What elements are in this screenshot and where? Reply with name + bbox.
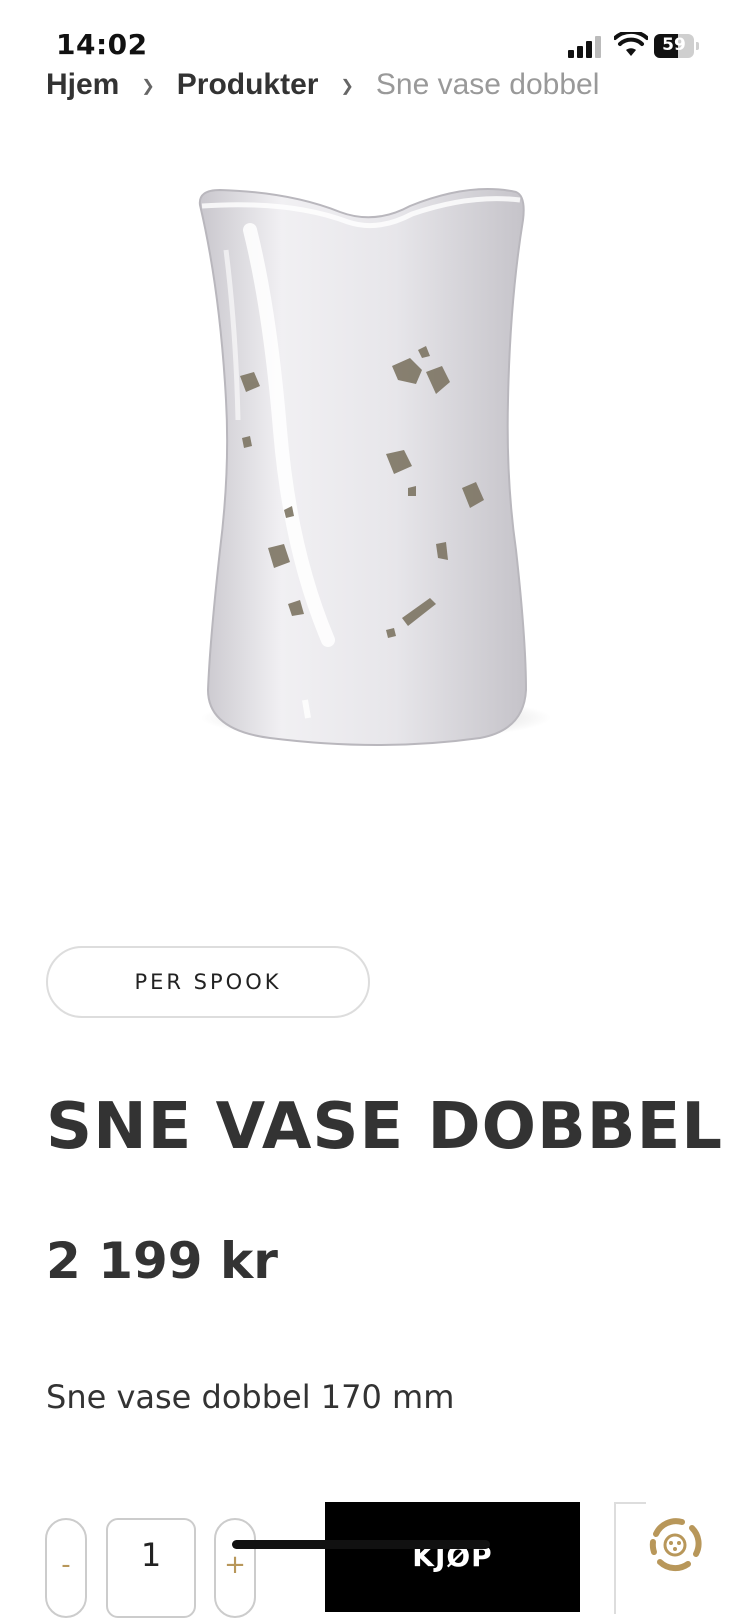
quantity-decrease-button[interactable]: -: [45, 1518, 87, 1618]
buy-button[interactable]: KJØP: [325, 1502, 580, 1612]
product-description: Sne vase dobbel 170 mm: [46, 1378, 455, 1416]
breadcrumb-home-link[interactable]: Hjem: [46, 68, 119, 101]
chat-widget-icon[interactable]: [642, 1512, 708, 1578]
chevron-right-icon: ❯: [340, 78, 354, 96]
quantity-input[interactable]: 1: [106, 1518, 196, 1618]
product-title: SNE VASE DOBBEL: [46, 1090, 724, 1164]
wifi-icon: [614, 32, 648, 56]
home-indicator: [232, 1540, 490, 1549]
breadcrumb-products-link[interactable]: Produkter: [177, 68, 319, 101]
battery-percent: 59: [662, 35, 686, 55]
breadcrumb: Hjem ❯ Produkter ❯ Sne vase dobbel: [46, 64, 666, 104]
product-image[interactable]: [180, 170, 560, 770]
signal-icon: [568, 36, 602, 58]
product-price: 2 199 kr: [46, 1232, 278, 1290]
battery-icon: 59: [654, 34, 700, 58]
quantity-increase-button[interactable]: +: [214, 1518, 256, 1618]
breadcrumb-current: Sne vase dobbel: [375, 68, 600, 101]
chevron-right-icon: ❯: [141, 78, 155, 96]
brand-tag[interactable]: PER SPOOK: [46, 946, 370, 1018]
status-time: 14:02: [56, 28, 148, 61]
